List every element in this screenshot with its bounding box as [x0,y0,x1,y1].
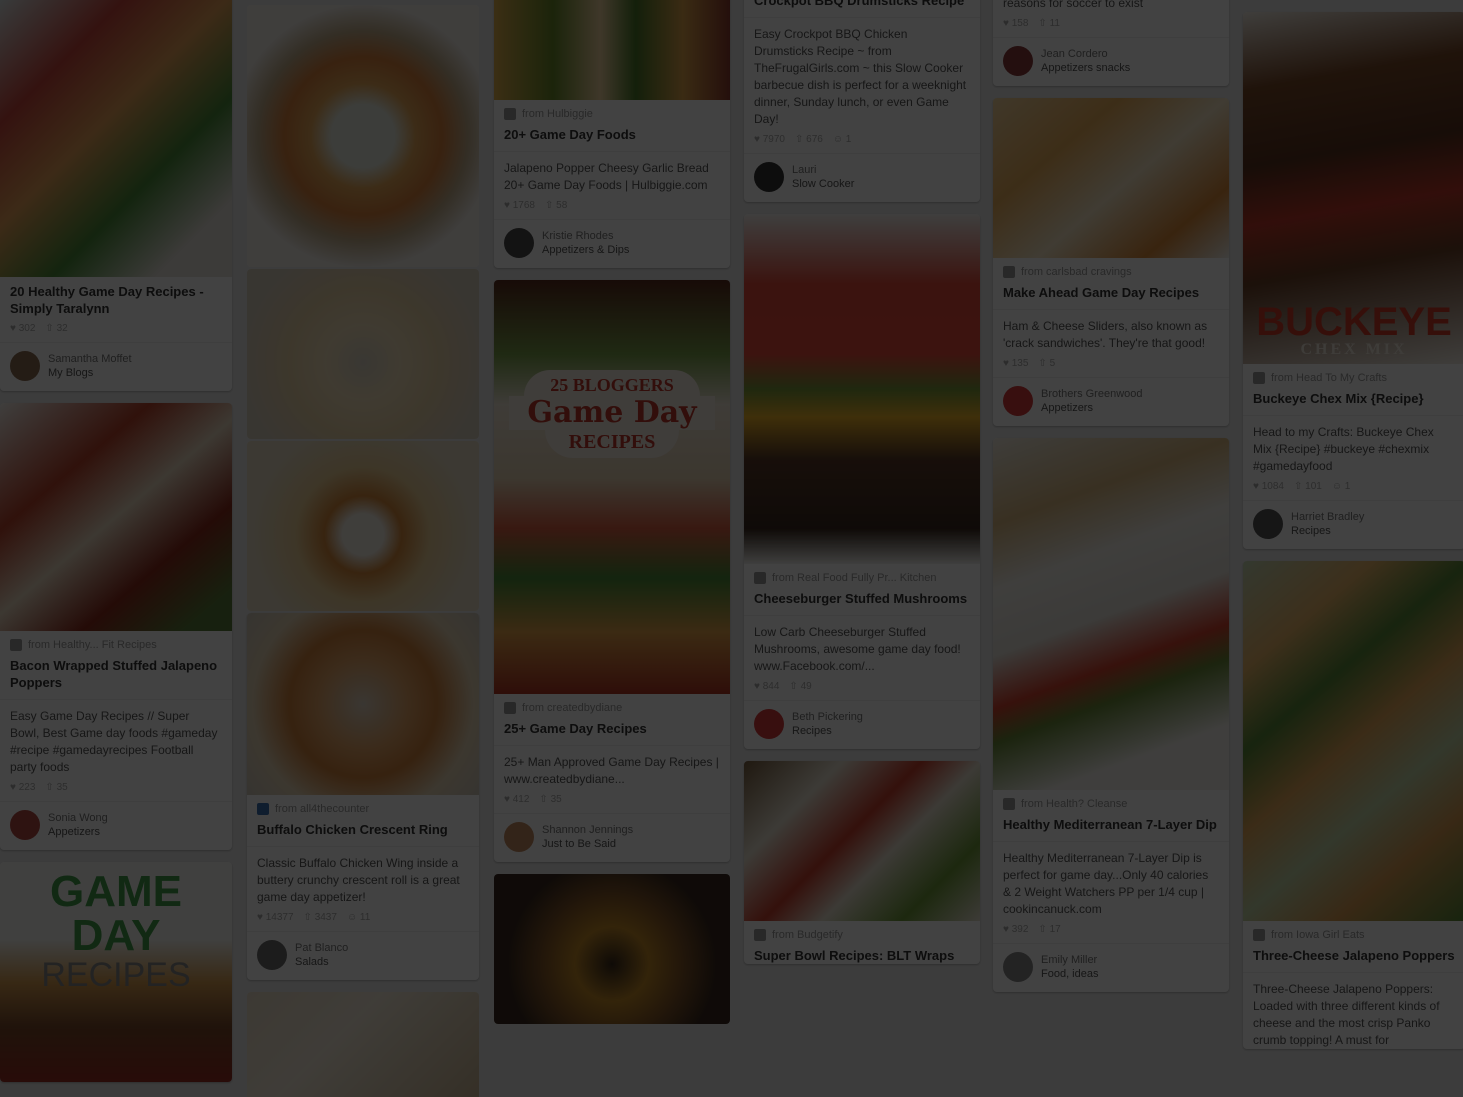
modal-overlay[interactable] [0,0,1463,1097]
